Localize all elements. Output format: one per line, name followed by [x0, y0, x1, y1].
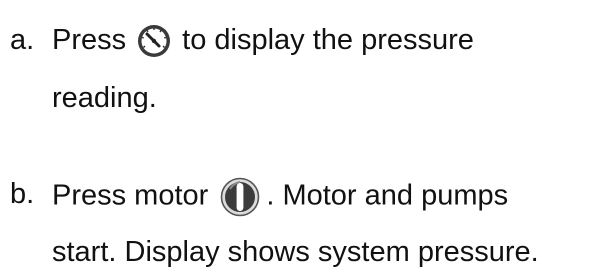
step-a-after: to display the pressure — [182, 24, 474, 56]
step-b-marker: b. — [10, 178, 35, 210]
step-b-line-2: start. Display shows system pressure. — [52, 236, 539, 268]
step-a-marker: a. — [10, 24, 35, 56]
step-a-text: Press to display the pressure — [52, 23, 474, 59]
step-a-line-2: reading. — [52, 82, 157, 114]
pressure-gauge-icon — [136, 23, 172, 59]
step-b-line-1: b. Press motor . Motor and pumps — [10, 177, 508, 217]
motor-power-button-icon — [220, 177, 260, 217]
step-b-after: . Motor and pumps — [266, 179, 509, 212]
step-a-line-1: a. Press to display the pressure — [10, 23, 474, 58]
step-b-before: Press motor — [52, 179, 209, 212]
step-b-text: Press motor . Motor and pumps — [52, 177, 508, 217]
step-a-before: Press — [52, 24, 127, 56]
